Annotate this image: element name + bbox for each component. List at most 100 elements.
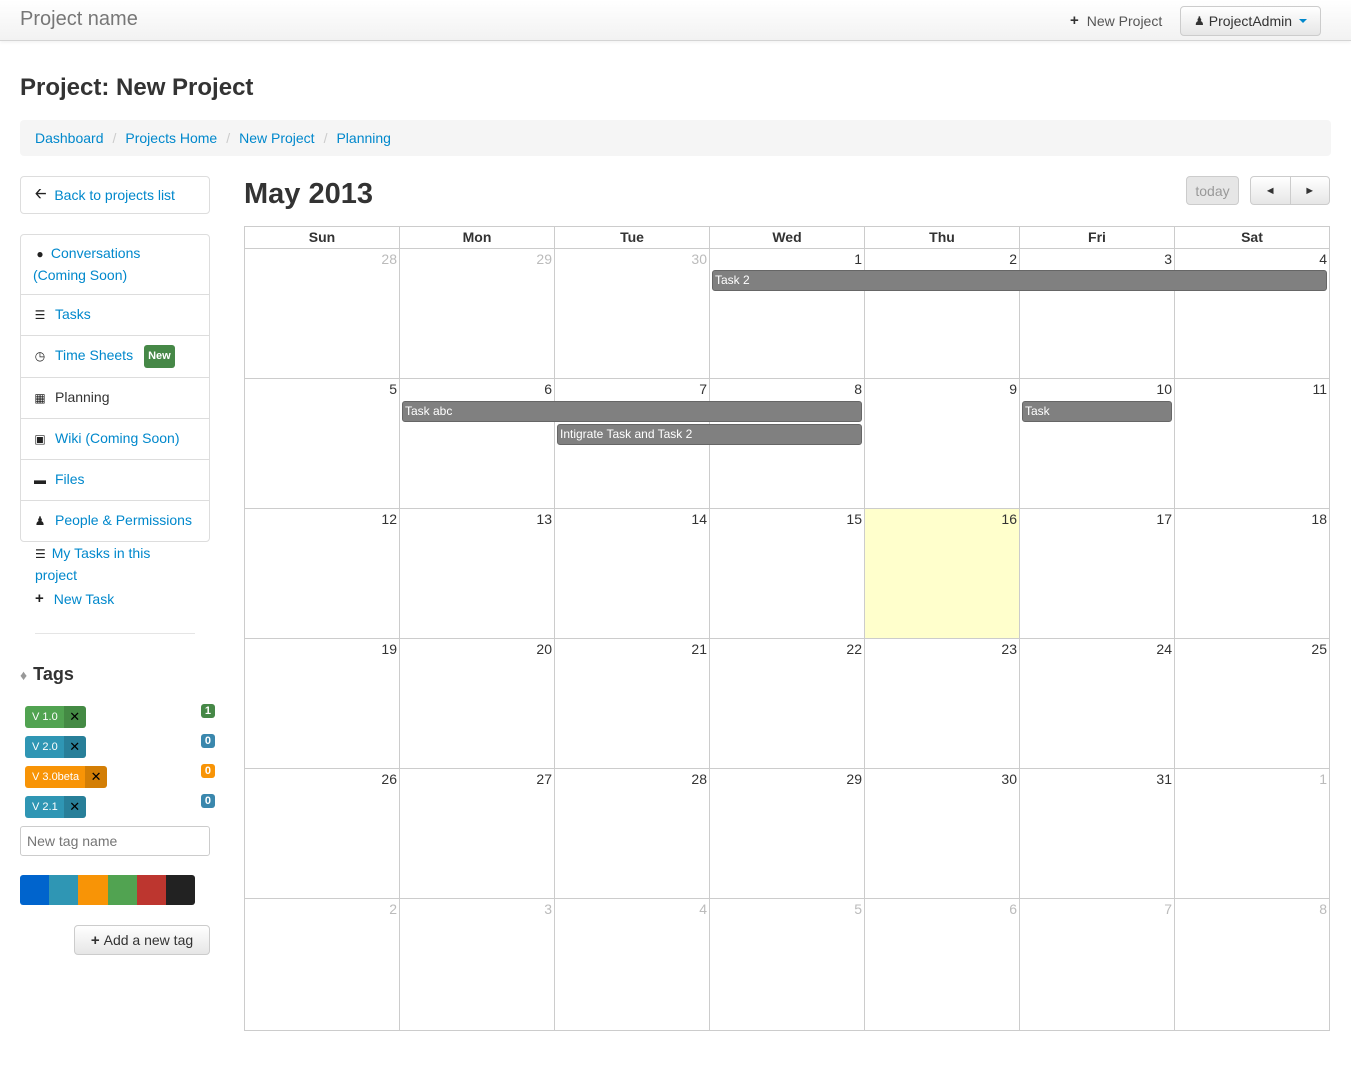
swatch-green[interactable]: [107, 875, 137, 905]
calendar-day[interactable]: 6: [400, 379, 555, 508]
calendar-day[interactable]: 7: [1020, 899, 1175, 1030]
calendar-day[interactable]: 18: [1175, 509, 1329, 638]
calendar-day[interactable]: 29: [400, 249, 555, 378]
calendar-day[interactable]: 26: [245, 769, 400, 898]
calendar-day[interactable]: 1: [1175, 769, 1329, 898]
calendar-day[interactable]: 14: [555, 509, 710, 638]
calendar-day[interactable]: 19: [245, 639, 400, 768]
calendar-event[interactable]: Task 2: [712, 270, 1327, 291]
remove-tag-icon[interactable]: ✕: [63, 706, 86, 728]
weekday-label: Thu: [865, 227, 1020, 248]
sidebar-item-people[interactable]: ♟ People & Permissions: [21, 501, 209, 541]
next-month-button[interactable]: ►: [1291, 177, 1330, 204]
calendar-day-today[interactable]: 16: [865, 509, 1020, 638]
calendar-day[interactable]: 30: [865, 769, 1020, 898]
calendar-day[interactable]: 28: [555, 769, 710, 898]
breadcrumb-new-project[interactable]: New Project: [239, 130, 314, 146]
sidebar-item-files[interactable]: ▬ Files: [21, 460, 209, 501]
time-icon: ◷: [34, 349, 46, 363]
sidebar-item-label: Conversations (Coming Soon): [33, 245, 141, 283]
today-button[interactable]: today: [1186, 176, 1239, 205]
calendar-event[interactable]: Intigrate Task and Task 2: [557, 424, 862, 445]
remove-tag-icon[interactable]: ✕: [63, 736, 86, 758]
back-label: Back to projects list: [54, 187, 175, 203]
new-task-link[interactable]: + New Task: [35, 590, 114, 607]
my-tasks-link[interactable]: ☰ My Tasks in this project: [35, 543, 195, 586]
folder-icon: ▬: [34, 473, 46, 487]
calendar-day[interactable]: 6: [865, 899, 1020, 1030]
weekday-label: Mon: [400, 227, 555, 248]
calendar-day[interactable]: 25: [1175, 639, 1329, 768]
remove-tag-icon[interactable]: ✕: [63, 796, 86, 818]
sidebar-item-label: Planning: [55, 389, 110, 405]
calendar-day[interactable]: 13: [400, 509, 555, 638]
back-to-projects-button[interactable]: 🡠 Back to projects list: [20, 176, 210, 214]
brand-link[interactable]: Project name: [20, 8, 138, 31]
calendar-day[interactable]: 2: [865, 249, 1020, 378]
tag-label[interactable]: V 2.1 ✕: [25, 796, 86, 818]
calendar-day[interactable]: 23: [865, 639, 1020, 768]
tag-item: V 3.0beta ✕ 0: [25, 764, 215, 788]
user-icon: ♟: [1193, 14, 1205, 28]
calendar-day[interactable]: 12: [245, 509, 400, 638]
user-menu-button[interactable]: ♟ ProjectAdmin: [1180, 6, 1321, 36]
swatch-blue[interactable]: [20, 875, 50, 905]
swatch-red[interactable]: [136, 875, 166, 905]
calendar-day[interactable]: 3: [400, 899, 555, 1030]
tag-name: V 2.0: [32, 741, 58, 753]
calendar-day[interactable]: 22: [710, 639, 865, 768]
breadcrumb-dashboard[interactable]: Dashboard: [35, 130, 104, 146]
tag-count: 0: [200, 734, 215, 748]
tag-label[interactable]: V 3.0beta ✕: [25, 766, 108, 788]
prev-month-button[interactable]: ◄: [1251, 177, 1291, 204]
calendar-day[interactable]: 24: [1020, 639, 1175, 768]
calendar-day[interactable]: 8: [1175, 899, 1329, 1030]
calendar-nav: ◄ ►: [1250, 176, 1330, 205]
calendar-day[interactable]: 11: [1175, 379, 1329, 508]
swatch-light-blue[interactable]: [49, 875, 79, 905]
swatch-black[interactable]: [165, 875, 195, 905]
tag-name: V 1.0: [32, 711, 58, 723]
calendar-day[interactable]: 5: [245, 379, 400, 508]
calendar-day[interactable]: 10: [1020, 379, 1175, 508]
breadcrumb-projects-home[interactable]: Projects Home: [125, 130, 217, 146]
calendar-day[interactable]: 28: [245, 249, 400, 378]
tag-name: V 3.0beta: [32, 771, 80, 783]
calendar-day[interactable]: 4: [555, 899, 710, 1030]
calendar-day[interactable]: 5: [710, 899, 865, 1030]
calendar-event[interactable]: Task: [1022, 401, 1172, 422]
calendar-day[interactable]: 2: [245, 899, 400, 1030]
calendar-day[interactable]: 9: [865, 379, 1020, 508]
calendar-day[interactable]: 4: [1175, 249, 1329, 378]
new-tag-input[interactable]: [20, 826, 210, 856]
calendar-day[interactable]: 1: [710, 249, 865, 378]
tag-label[interactable]: V 2.0 ✕: [25, 736, 86, 758]
sidebar-item-label: Files: [55, 471, 85, 487]
new-project-link[interactable]: + New Project: [1070, 12, 1162, 29]
sidebar-item-tasks[interactable]: ☰ Tasks: [21, 295, 209, 336]
user-name: ProjectAdmin: [1208, 13, 1293, 29]
calendar-day[interactable]: 20: [400, 639, 555, 768]
swatch-orange[interactable]: [78, 875, 108, 905]
tag-count: 1: [200, 704, 215, 718]
divider: [35, 633, 195, 634]
calendar-title: May 2013: [244, 178, 373, 210]
calendar-day[interactable]: 21: [555, 639, 710, 768]
sidebar-item-wiki[interactable]: ▣ Wiki (Coming Soon): [21, 419, 209, 460]
tag-count: 0: [200, 764, 215, 778]
calendar-day[interactable]: 15: [710, 509, 865, 638]
calendar-event[interactable]: Task abc: [402, 401, 862, 422]
sidebar-item-planning[interactable]: ▦ Planning: [21, 378, 209, 419]
calendar-day[interactable]: 3: [1020, 249, 1175, 378]
calendar-day[interactable]: 29: [710, 769, 865, 898]
sidebar-item-time-sheets[interactable]: ◷ Time Sheets New: [21, 336, 209, 378]
add-tag-button[interactable]: + Add a new tag: [74, 925, 210, 955]
sidebar-item-conversations[interactable]: ● Conversations (Coming Soon): [21, 235, 209, 295]
calendar-day[interactable]: 17: [1020, 509, 1175, 638]
tag-label[interactable]: V 1.0 ✕: [25, 706, 86, 728]
calendar-day[interactable]: 27: [400, 769, 555, 898]
remove-tag-icon[interactable]: ✕: [85, 766, 108, 788]
breadcrumb-planning[interactable]: Planning: [336, 130, 391, 146]
calendar-day[interactable]: 30: [555, 249, 710, 378]
calendar-day[interactable]: 31: [1020, 769, 1175, 898]
